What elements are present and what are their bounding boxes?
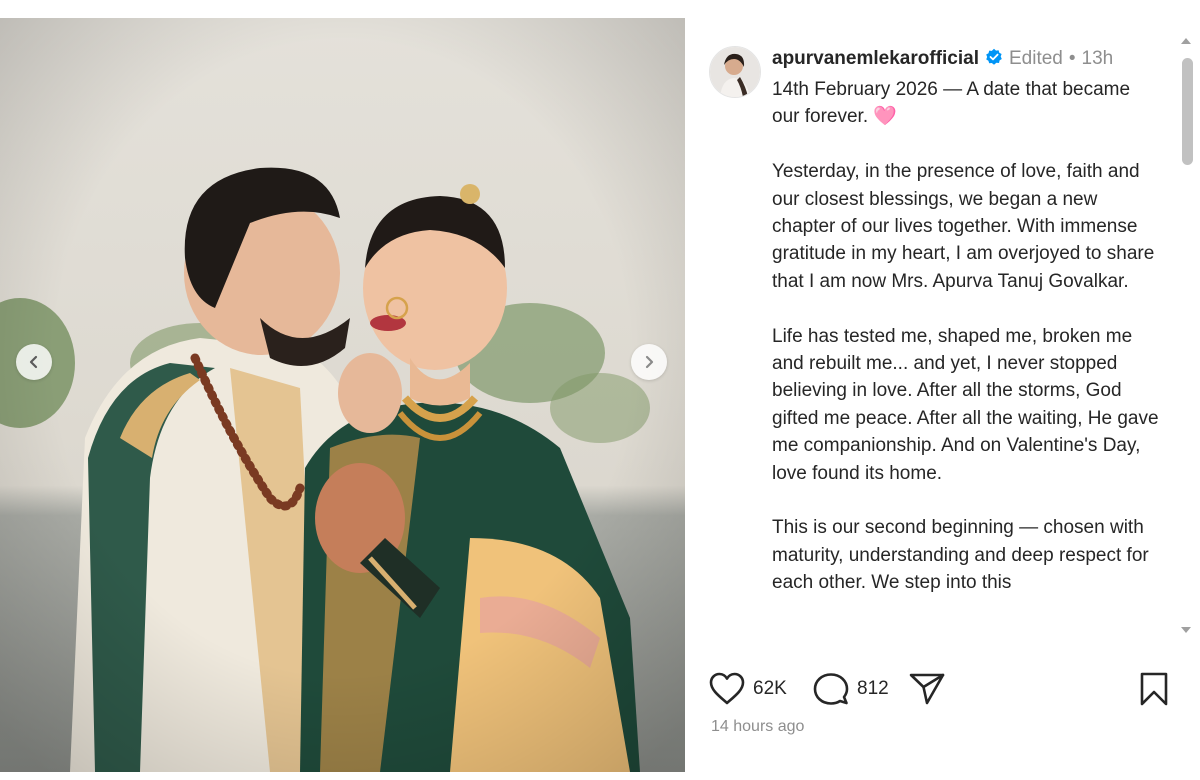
profile-photo-icon <box>710 47 760 97</box>
username-link[interactable]: apurvanemlekarofficial <box>772 48 979 69</box>
post-header: apurvanemlekarofficial Edited • 13h <box>772 48 1113 72</box>
caption-paragraph: Yesterday, in the presence of love, fait… <box>772 161 1155 292</box>
share-button[interactable] <box>909 672 945 706</box>
avatar[interactable] <box>709 46 761 98</box>
bookmark-icon <box>1140 672 1168 706</box>
post-caption: 14th February 2026 — A date that became … <box>772 76 1162 624</box>
post-timestamp[interactable]: 14 hours ago <box>711 718 804 736</box>
send-icon <box>909 673 945 705</box>
caption-paragraph: 14th February 2026 — A date that became … <box>772 79 1131 128</box>
carousel-next-button[interactable] <box>631 344 667 380</box>
caption-paragraph: This is our second beginning — chosen wi… <box>772 517 1149 594</box>
likes-count[interactable]: 62K <box>753 678 787 700</box>
comment-icon <box>813 673 849 705</box>
save-button[interactable] <box>1139 672 1169 706</box>
verified-badge-icon <box>985 48 1003 72</box>
chevron-left-icon <box>29 355 38 369</box>
post-photo <box>0 18 685 772</box>
separator-dot: • <box>1068 48 1076 69</box>
post-actions: 62K 812 <box>709 668 1169 708</box>
comment-button[interactable]: 812 <box>813 672 889 706</box>
caption-scroll-area[interactable]: apurvanemlekarofficial Edited • 13h 14th F… <box>685 18 1175 650</box>
wedding-photo <box>0 18 685 772</box>
post-age[interactable]: 13h <box>1082 48 1114 69</box>
scroll-down-arrow-icon[interactable] <box>1181 627 1191 633</box>
scrollbar-thumb[interactable] <box>1182 58 1193 165</box>
caption-paragraph: Life has tested me, shaped me, broken me… <box>772 325 1159 484</box>
heart-icon <box>709 672 745 705</box>
comments-count[interactable]: 812 <box>857 678 889 700</box>
edited-label: Edited <box>1008 48 1063 69</box>
like-button[interactable]: 62K <box>709 672 787 706</box>
carousel-prev-button[interactable] <box>16 344 52 380</box>
caption-scrollbar[interactable] <box>1175 18 1200 650</box>
scroll-up-arrow-icon[interactable] <box>1181 38 1191 44</box>
chevron-right-icon <box>645 355 654 369</box>
post-side-panel: apurvanemlekarofficial Edited • 13h 14th F… <box>685 18 1200 780</box>
